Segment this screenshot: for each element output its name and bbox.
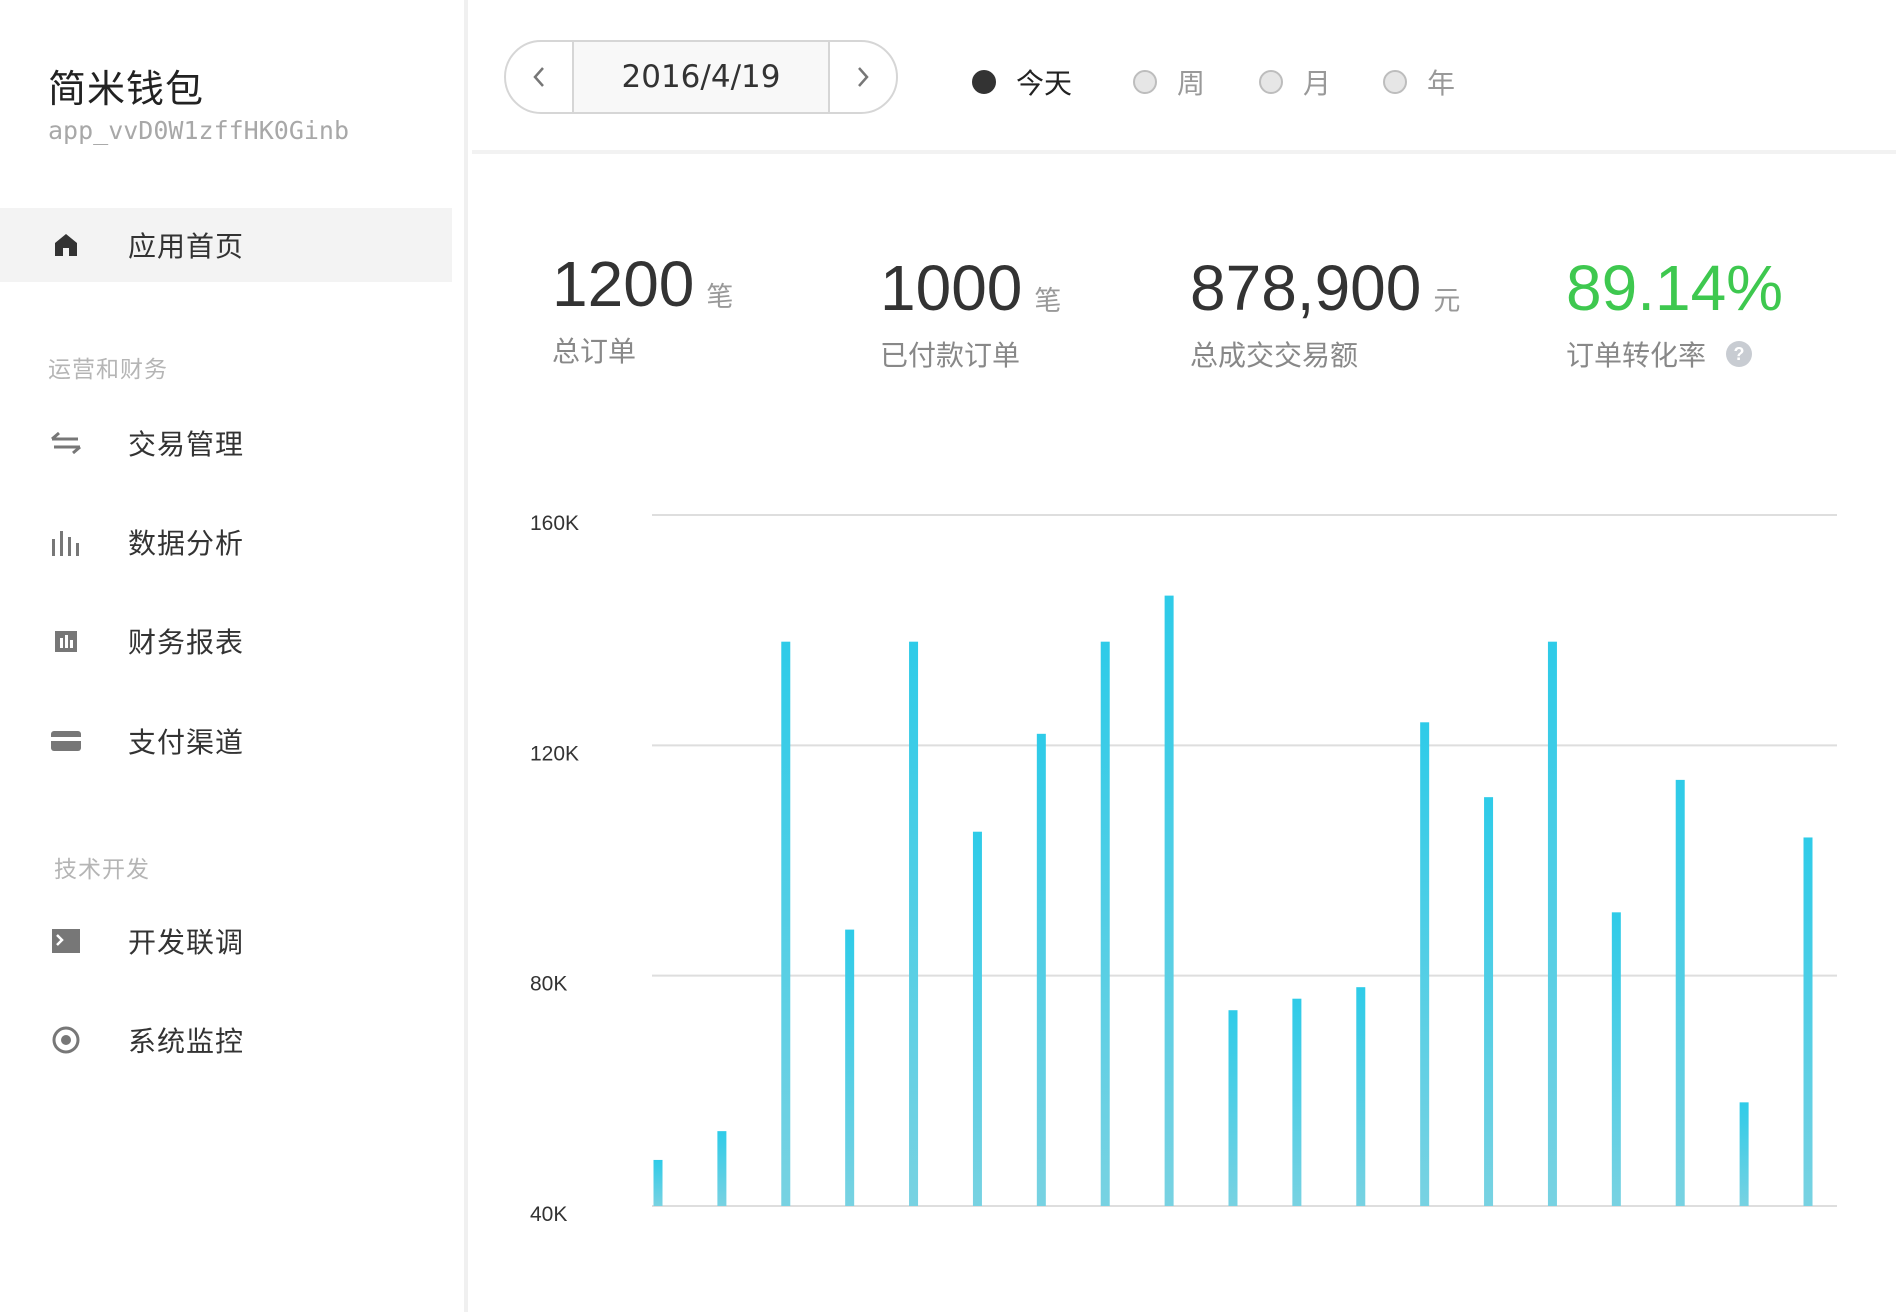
sidebar-item-transactions[interactable]: 交易管理	[0, 406, 452, 480]
radio-dot	[1259, 70, 1283, 94]
target-icon	[50, 1024, 82, 1056]
chart-bar[interactable]	[653, 1159, 663, 1206]
sidebar-item-reports[interactable]: 财务报表	[0, 604, 452, 678]
range-radio-today[interactable]: 今天	[972, 62, 1072, 102]
stat-label: 总成交交易额	[1190, 339, 1359, 372]
sidebar-item-label: 财务报表	[128, 626, 245, 659]
chart-bar[interactable]	[1292, 998, 1302, 1206]
stat-value: 1200	[552, 248, 695, 320]
chart-bar[interactable]	[972, 831, 982, 1206]
bar-chart-icon	[50, 526, 82, 558]
sidebar-item-label: 数据分析	[128, 527, 245, 560]
stat-label: 已付款订单	[880, 339, 1021, 372]
app-name: 简米钱包	[48, 67, 205, 111]
chart-bar[interactable]	[781, 641, 791, 1206]
chevron-right-icon	[858, 67, 869, 87]
date-prev-button[interactable]	[506, 42, 572, 112]
chart-bar[interactable]	[1803, 837, 1813, 1206]
stat-total-orders: 1200 笔 总订单	[552, 252, 733, 370]
stat-value: 878,900	[1190, 252, 1422, 324]
chart-bar[interactable]	[1420, 722, 1430, 1206]
chart-bar[interactable]	[1100, 641, 1110, 1206]
range-label: 周	[1177, 67, 1206, 100]
chart-bar[interactable]	[1356, 987, 1366, 1206]
sidebar-item-home[interactable]: 应用首页	[0, 208, 452, 282]
help-icon[interactable]: ?	[1726, 341, 1753, 367]
stat-value: 89.14%	[1566, 252, 1784, 324]
chart-bar[interactable]	[1036, 733, 1046, 1206]
sidebar-item-label: 开发联调	[128, 926, 245, 959]
chart-bar[interactable]	[717, 1131, 727, 1206]
chart-bar[interactable]	[909, 641, 919, 1206]
radio-dot	[1383, 70, 1407, 94]
stat-unit: 元	[1433, 286, 1461, 317]
sidebar-item-payment-channels[interactable]: 支付渠道	[0, 704, 452, 778]
sidebar-item-analytics[interactable]: 数据分析	[0, 505, 452, 579]
stat-unit: 笔	[1034, 286, 1062, 317]
stat-total-amount: 878,900 元 总成交交易额	[1190, 256, 1460, 374]
orders-bar-chart: 40K 80K 120K 160K	[530, 512, 1837, 1226]
range-radio-year[interactable]: 年	[1383, 62, 1455, 102]
chart-bar[interactable]	[1547, 641, 1557, 1206]
sidebar-item-label: 应用首页	[128, 230, 245, 263]
report-icon	[50, 625, 82, 657]
app-id: app_vvD0W1zffHK0Ginb	[48, 116, 350, 145]
date-value[interactable]: 2016/4/19	[572, 42, 830, 112]
home-icon	[50, 229, 82, 261]
credit-card-icon	[50, 725, 82, 757]
radio-dot	[1133, 70, 1157, 94]
sidebar-item-label: 系统监控	[128, 1025, 245, 1058]
stat-paid-orders: 1000 笔 已付款订单	[880, 256, 1061, 374]
range-radio-week[interactable]: 周	[1133, 62, 1205, 102]
chart-bar[interactable]	[1675, 779, 1685, 1206]
date-next-button[interactable]	[830, 42, 896, 112]
sidebar-item-label: 交易管理	[128, 428, 245, 461]
y-tick-label: 120K	[530, 742, 579, 765]
stat-unit: 笔	[706, 282, 734, 313]
date-picker: 2016/4/19	[504, 40, 898, 114]
y-tick-label: 160K	[530, 512, 579, 535]
chart-bar[interactable]	[1164, 595, 1174, 1206]
chevron-left-icon	[533, 67, 544, 87]
chart-bar[interactable]	[845, 929, 855, 1206]
terminal-icon	[50, 925, 82, 957]
chart-bar[interactable]	[1484, 797, 1494, 1206]
transfer-arrows-icon	[50, 427, 82, 459]
section-title-development: 技术开发	[54, 857, 150, 883]
range-radio-month[interactable]: 月	[1259, 62, 1331, 102]
stat-conversion-rate: 89.14% 订单转化率 ?	[1566, 256, 1783, 374]
y-tick-label: 80K	[530, 973, 567, 996]
range-label: 今天	[1016, 67, 1073, 100]
stat-label: 总订单	[552, 335, 637, 368]
sidebar: 简米钱包 app_vvD0W1zffHK0Ginb 应用首页 运营和财务 交易管…	[0, 0, 468, 1312]
chart-bar[interactable]	[1228, 1010, 1238, 1206]
chart-bar[interactable]	[1739, 1102, 1749, 1206]
stat-label: 订单转化率	[1566, 339, 1707, 372]
section-title-operations: 运营和财务	[48, 357, 168, 383]
y-tick-label: 40K	[530, 1203, 567, 1226]
range-label: 年	[1427, 67, 1456, 100]
sidebar-item-monitoring[interactable]: 系统监控	[0, 1003, 452, 1077]
sidebar-item-label: 支付渠道	[128, 726, 245, 759]
chart-bar[interactable]	[1611, 912, 1621, 1206]
sidebar-item-dev-debug[interactable]: 开发联调	[0, 904, 452, 978]
radio-dot	[972, 70, 996, 94]
range-label: 月	[1303, 67, 1332, 100]
stat-value: 1000	[880, 252, 1023, 324]
